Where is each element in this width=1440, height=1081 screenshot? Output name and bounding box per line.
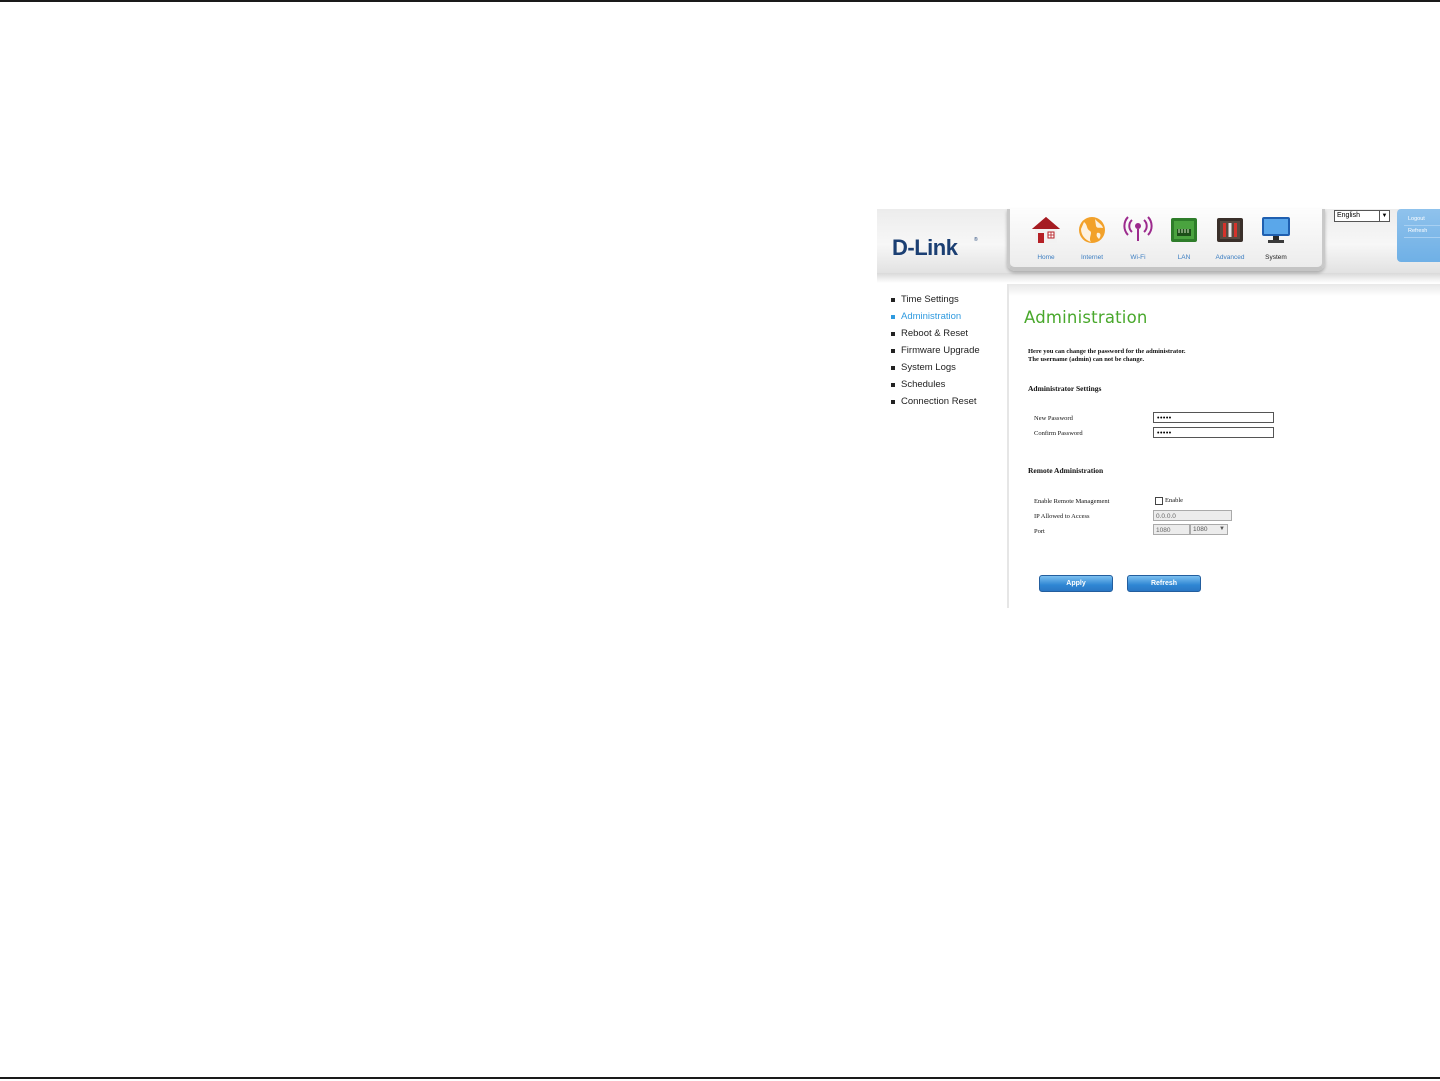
monitor-icon: [1262, 217, 1290, 243]
port-select[interactable]: 1080 ▼: [1190, 524, 1228, 535]
content-top-shadow: [1009, 284, 1440, 296]
sidebar-item-firmware-upgrade[interactable]: Firmware Upgrade: [891, 345, 980, 362]
port-label: Port: [1034, 528, 1045, 535]
nav-item-advanced[interactable]: Advanced: [1208, 215, 1252, 263]
enable-remote-label: Enable Remote Management: [1034, 498, 1110, 505]
nav-label-lan: LAN: [1177, 254, 1191, 261]
refresh-button[interactable]: Refresh: [1127, 575, 1201, 592]
nav-label-system: System: [1265, 254, 1287, 261]
intro-line-2: The username (admin) can not be change.: [1028, 355, 1145, 363]
sidebar-item-reboot-reset[interactable]: Reboot & Reset: [891, 328, 980, 345]
sidebar-item-label: System Logs: [901, 362, 956, 373]
sidebar-item-label: Connection Reset: [901, 396, 977, 407]
logo-registered-mark: ®: [974, 237, 978, 243]
header-shadow: [877, 273, 1440, 283]
nav-item-system[interactable]: System: [1254, 215, 1298, 263]
wifi-icon: [1123, 216, 1153, 241]
chevron-down-icon: ▼: [1219, 526, 1225, 532]
intro-line-1: Here you can change the password for the…: [1028, 348, 1186, 355]
new-password-field[interactable]: •••••: [1153, 412, 1274, 423]
sidebar-item-label: Reboot & Reset: [901, 328, 969, 339]
nav-label-advanced: Advanced: [1215, 254, 1245, 261]
sidebar-item-time-settings[interactable]: Time Settings: [891, 294, 980, 311]
language-select[interactable]: English ▼: [1334, 210, 1390, 222]
home-icon: [1032, 217, 1060, 243]
sidebar-item-schedules[interactable]: Schedules: [891, 379, 980, 396]
nav-label-internet: Internet: [1080, 254, 1104, 261]
ip-allowed-label: IP Allowed to Access: [1034, 513, 1090, 520]
nav-item-internet[interactable]: Internet: [1070, 215, 1114, 263]
sidebar-item-label: Schedules: [901, 379, 946, 390]
router-admin-screenshot: D-Link ® Home Internet Wi-Fi LAN Advance…: [877, 201, 1440, 608]
lan-icon: [1171, 218, 1197, 242]
confirm-password-field[interactable]: •••••: [1153, 427, 1274, 438]
nav-label-wifi: Wi-Fi: [1130, 254, 1146, 261]
admin-settings-heading: Administrator Settings: [1028, 384, 1102, 393]
language-select-value: English: [1337, 212, 1360, 219]
remote-admin-heading: Remote Administration: [1028, 466, 1104, 475]
logout-link[interactable]: Logout: [1397, 209, 1440, 222]
bullet-icon: [891, 366, 895, 370]
account-panel: Logout Refresh: [1397, 209, 1440, 262]
sidebar-item-label: Time Settings: [901, 294, 959, 305]
sidebar-item-system-logs[interactable]: System Logs: [891, 362, 980, 379]
page-title: Administration: [1024, 308, 1148, 327]
sidebar-item-label: Firmware Upgrade: [901, 345, 980, 356]
main-content: Administration Here you can change the p…: [1007, 284, 1440, 608]
tools-icon: [1217, 218, 1243, 242]
sidebar-menu: Time Settings Administration Reboot & Re…: [891, 294, 980, 413]
globe-icon: [1079, 217, 1105, 243]
refresh-link[interactable]: Refresh: [1397, 226, 1440, 234]
ip-allowed-field[interactable]: 0.0.0.0: [1153, 510, 1232, 521]
confirm-password-label: Confirm Password: [1034, 430, 1083, 437]
bullet-icon: [891, 315, 895, 319]
sidebar-item-administration[interactable]: Administration: [891, 311, 980, 328]
enable-checkbox-label: Enable: [1165, 497, 1184, 504]
bullet-icon: [891, 400, 895, 404]
bullet-icon: [891, 349, 895, 353]
bullet-icon: [891, 298, 895, 302]
logo-text: D-Link: [892, 235, 958, 260]
sidebar-item-connection-reset[interactable]: Connection Reset: [891, 396, 980, 413]
sidebar-item-label: Administration: [901, 311, 962, 322]
chevron-down-icon: ▼: [1379, 211, 1389, 221]
apply-button[interactable]: Apply: [1039, 575, 1113, 592]
page-bottom-rule: [0, 1077, 1440, 1079]
account-divider: [1404, 237, 1440, 238]
port-field[interactable]: 1080: [1153, 524, 1190, 535]
bullet-icon: [891, 332, 895, 336]
bullet-icon: [891, 383, 895, 387]
nav-item-home[interactable]: Home: [1024, 215, 1068, 263]
enable-remote-checkbox[interactable]: [1155, 497, 1163, 505]
dlink-logo: D-Link ®: [877, 209, 1007, 273]
port-select-value: 1080: [1193, 526, 1208, 533]
page-top-rule: [0, 0, 1440, 2]
top-nav: Home Internet Wi-Fi LAN Advanced System: [1007, 209, 1325, 271]
nav-label-home: Home: [1037, 254, 1055, 261]
intro-text: Here you can change the password for the…: [1028, 348, 1186, 363]
nav-item-lan[interactable]: LAN: [1162, 215, 1206, 263]
nav-item-wifi[interactable]: Wi-Fi: [1116, 215, 1160, 263]
new-password-label: New Password: [1034, 415, 1073, 422]
